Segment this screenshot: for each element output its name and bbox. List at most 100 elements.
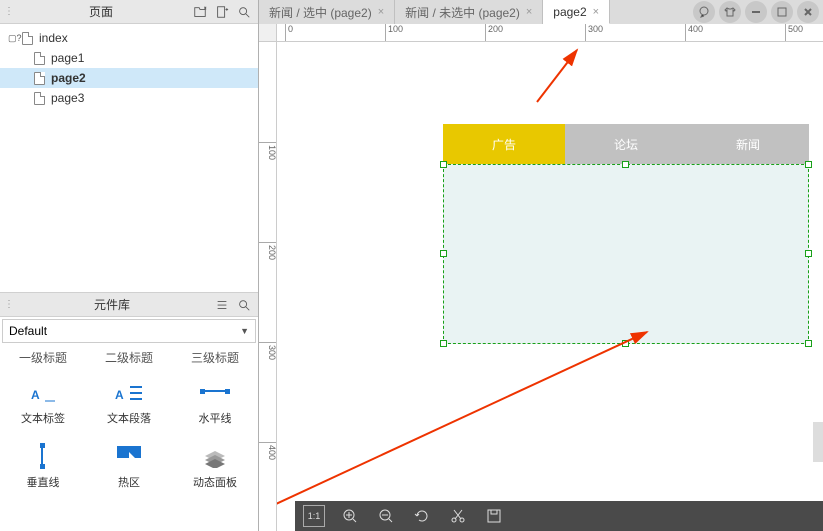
resize-handle[interactable]: [440, 250, 447, 257]
close-window-icon[interactable]: [797, 1, 819, 23]
vertical-line-icon: [27, 444, 59, 468]
ruler-tick: 500: [785, 24, 803, 42]
left-column: ⋮ 页面 ▢? index page1 page2: [0, 0, 259, 531]
ruler-tick: 100: [385, 24, 403, 42]
document-tab[interactable]: 新闻 / 选中 (page2) ×: [259, 0, 395, 24]
caret-down-icon: ▼: [240, 326, 249, 336]
save-icon[interactable]: [483, 505, 505, 527]
search-icon[interactable]: [234, 2, 254, 22]
resize-handle[interactable]: [805, 250, 812, 257]
tab-text: 论坛: [614, 136, 638, 153]
widget-label: 垂直线: [27, 474, 60, 490]
close-icon[interactable]: ×: [593, 6, 599, 18]
document-tab[interactable]: 新闻 / 未选中 (page2) ×: [395, 0, 543, 24]
tabs-widget-content[interactable]: [443, 164, 809, 344]
menu-icon[interactable]: [212, 295, 232, 315]
library-select[interactable]: Default ▼: [2, 319, 256, 343]
widget-label: 文本标签: [21, 410, 65, 426]
splitter-handle[interactable]: [813, 422, 823, 462]
ruler-tick: 100: [259, 142, 277, 160]
document-tab-active[interactable]: page2 ×: [543, 0, 610, 24]
zoom-out-icon[interactable]: [375, 505, 397, 527]
new-page-icon[interactable]: [212, 2, 232, 22]
tabs-widget-tab[interactable]: 新闻: [687, 124, 809, 164]
page-icon: [34, 72, 45, 85]
svg-text:A: A: [31, 388, 40, 402]
tree-item-page2[interactable]: page2: [0, 68, 258, 88]
caret-down-icon[interactable]: ▢?: [8, 33, 18, 44]
paragraph-icon: A: [113, 380, 145, 404]
widget-hotspot[interactable]: 热区: [86, 444, 172, 490]
maximize-icon[interactable]: [771, 1, 793, 23]
document-tab-bar: 新闻 / 选中 (page2) × 新闻 / 未选中 (page2) × pag…: [259, 0, 823, 24]
tree-root[interactable]: ▢? index: [0, 28, 258, 48]
horizontal-ruler[interactable]: 0 100 200 300 400 500: [277, 24, 823, 42]
svg-text:A: A: [115, 388, 124, 402]
page-icon: [34, 52, 45, 65]
tabs-widget-tab-active[interactable]: 广告: [443, 124, 565, 164]
pages-panel-header: ⋮ 页面: [0, 0, 258, 24]
close-icon[interactable]: ×: [526, 6, 532, 18]
refresh-icon[interactable]: [411, 505, 433, 527]
page-icon: [34, 92, 45, 105]
ruler-tick: 400: [685, 24, 703, 42]
vertical-ruler[interactable]: 100 200 300 400: [259, 42, 277, 531]
widget-grid: A 文本标签 A 文本段落 水平线 垂直线 热区 动态面板: [0, 370, 258, 500]
tree-item-page3[interactable]: page3: [0, 88, 258, 108]
shirt-icon[interactable]: [719, 1, 741, 23]
resize-handle[interactable]: [622, 340, 629, 347]
resize-handle[interactable]: [440, 161, 447, 168]
search-icon[interactable]: [234, 295, 254, 315]
tree-item-page1[interactable]: page1: [0, 48, 258, 68]
widget-label: 水平线: [199, 410, 232, 426]
widget-category[interactable]: 三级标题: [191, 349, 239, 366]
tab-label: 新闻 / 未选中 (page2): [405, 4, 520, 21]
ruler-tick: 200: [485, 24, 503, 42]
widgets-panel-header: ⋮ 元件库: [0, 293, 258, 317]
new-folder-icon[interactable]: [190, 2, 210, 22]
ruler-tick: 200: [259, 242, 277, 260]
widget-horizontal-line[interactable]: 水平线: [172, 380, 258, 426]
tab-text: 广告: [492, 136, 516, 153]
widgets-panel: ⋮ 元件库 Default ▼ 一级标题 二级标题 三级标题 A 文本标签 A …: [0, 292, 258, 531]
resize-handle[interactable]: [440, 340, 447, 347]
ruler-tick: 300: [585, 24, 603, 42]
tabs-widget-header: 广告 论坛 新闻: [443, 124, 809, 164]
zoom-reset-button[interactable]: 1:1: [303, 505, 325, 527]
widget-category[interactable]: 一级标题: [19, 349, 67, 366]
page-tree: ▢? index page1 page2 page3: [0, 24, 258, 112]
widget-category[interactable]: 二级标题: [105, 349, 153, 366]
tree-item-label: page2: [51, 71, 86, 85]
chat-icon[interactable]: [693, 1, 715, 23]
window-controls: [693, 1, 823, 23]
page-icon: [22, 32, 33, 45]
canvas[interactable]: 广告 论坛 新闻 1:1: [277, 42, 823, 531]
minimize-icon[interactable]: [745, 1, 767, 23]
dynamic-panel-icon: [199, 444, 231, 468]
drag-handle-icon[interactable]: ⋮: [4, 299, 12, 310]
pages-panel: ⋮ 页面 ▢? index page1 page2: [0, 0, 258, 112]
ruler-tick: 0: [285, 24, 293, 42]
widget-text-label[interactable]: A 文本标签: [0, 380, 86, 426]
widget-dynamic-panel[interactable]: 动态面板: [172, 444, 258, 490]
widget-label: 动态面板: [193, 474, 237, 490]
widget-label: 文本段落: [107, 410, 151, 426]
drag-handle-icon[interactable]: ⋮: [4, 6, 12, 17]
tabs-widget-tab[interactable]: 论坛: [565, 124, 687, 164]
resize-handle[interactable]: [622, 161, 629, 168]
resize-handle[interactable]: [805, 161, 812, 168]
widget-label: 热区: [118, 474, 140, 490]
widget-vertical-line[interactable]: 垂直线: [0, 444, 86, 490]
resize-handle[interactable]: [805, 340, 812, 347]
widget-paragraph[interactable]: A 文本段落: [86, 380, 172, 426]
cut-icon[interactable]: [447, 505, 469, 527]
ruler-tick: 300: [259, 342, 277, 360]
widgets-header-actions: [212, 295, 254, 315]
pages-panel-title: 页面: [12, 3, 190, 20]
close-icon[interactable]: ×: [378, 6, 384, 18]
canvas-tabs-widget[interactable]: 广告 论坛 新闻: [443, 124, 809, 344]
tab-label: page2: [553, 5, 586, 19]
zoom-in-icon[interactable]: [339, 505, 361, 527]
widgets-panel-title: 元件库: [12, 296, 212, 313]
tree-item-label: page3: [51, 91, 84, 105]
